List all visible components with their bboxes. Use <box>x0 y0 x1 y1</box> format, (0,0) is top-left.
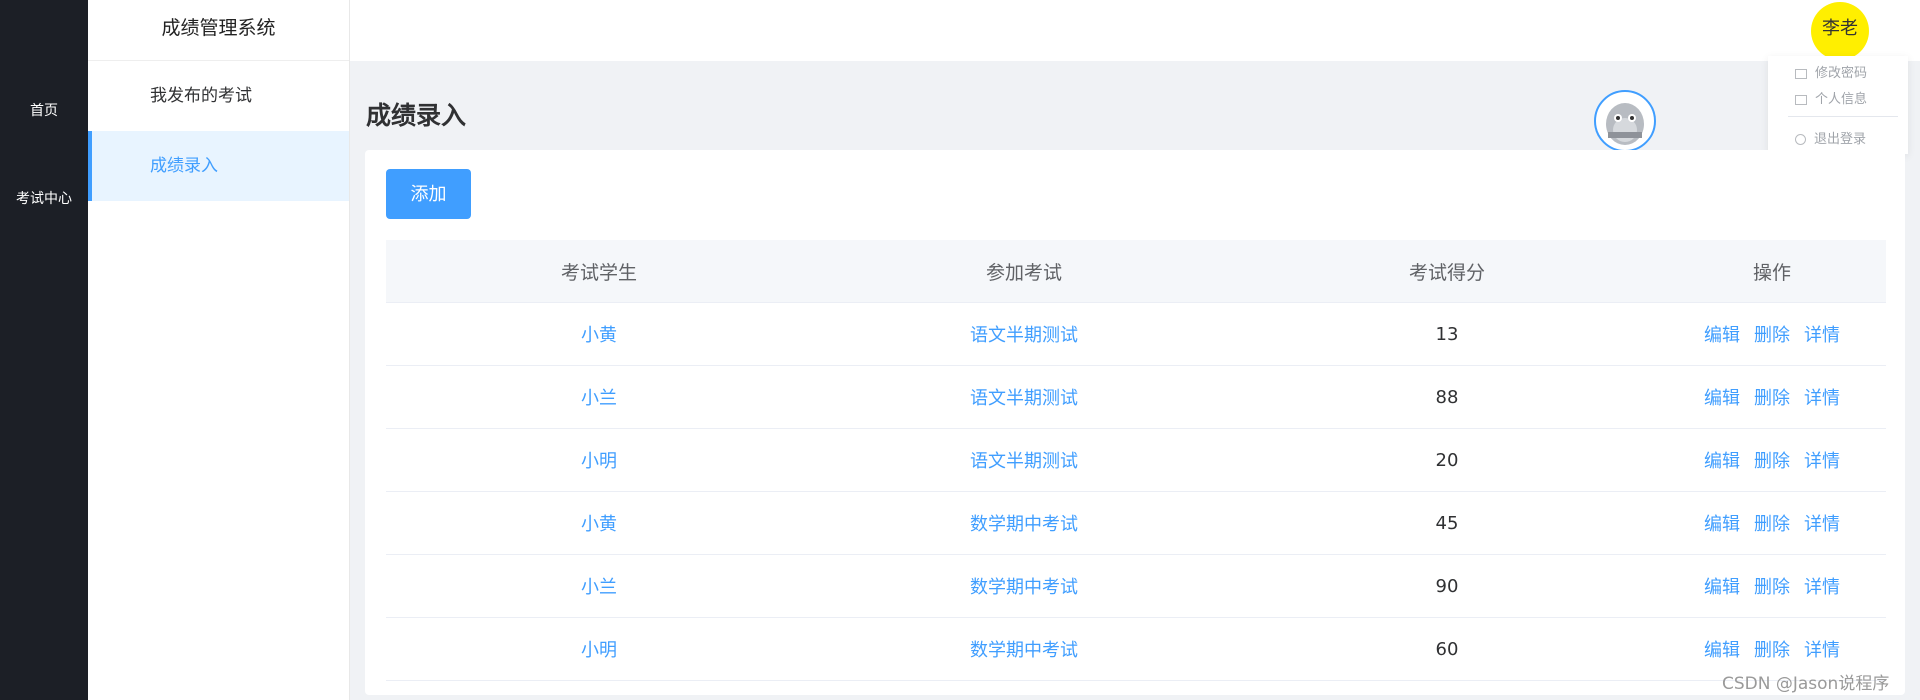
table-row: 小黄 语文半期测试 13 编辑 删除 详情 <box>386 303 1886 366</box>
page-title: 成绩录入 <box>366 101 467 130</box>
sidebar: 成绩管理系统 我发布的考试 成绩录入 <box>88 0 350 700</box>
score-cell: 13 <box>1435 323 1459 345</box>
detail-link[interactable]: 详情 <box>1804 514 1840 535</box>
delete-link[interactable]: 删除 <box>1754 451 1790 472</box>
nav-item-home[interactable]: 首页 <box>0 100 88 120</box>
table-row: 小兰 语文半期测试 88 编辑 删除 详情 <box>386 366 1886 429</box>
menu-item-label: 个人信息 <box>1815 92 1868 107</box>
sidebar-item-score-entry[interactable]: 成绩录入 <box>88 131 349 201</box>
edit-icon <box>1795 68 1807 79</box>
edit-link[interactable]: 编辑 <box>1704 451 1740 472</box>
score-cell: 20 <box>1435 449 1459 471</box>
exam-cell[interactable]: 语文半期测试 <box>812 384 1236 410</box>
column-header-actions: 操作 <box>1752 261 1791 284</box>
actions-cell: 编辑 删除 详情 <box>1658 384 1886 410</box>
edit-link[interactable]: 编辑 <box>1704 514 1740 535</box>
edit-link[interactable]: 编辑 <box>1704 640 1740 661</box>
detail-link[interactable]: 详情 <box>1804 325 1840 346</box>
student-cell[interactable]: 小黄 <box>386 321 812 347</box>
divider <box>1788 116 1898 117</box>
exam-cell[interactable]: 语文半期测试 <box>812 447 1236 473</box>
header <box>350 0 1920 61</box>
avatar-image <box>1606 103 1644 145</box>
detail-link[interactable]: 详情 <box>1804 388 1840 409</box>
user-dropdown: 修改密码 个人信息 退出登录 <box>1768 56 1908 154</box>
student-cell[interactable]: 小兰 <box>386 384 812 410</box>
exam-cell[interactable]: 数学期中考试 <box>812 636 1236 662</box>
actions-cell: 编辑 删除 详情 <box>1658 510 1886 536</box>
column-header-student: 考试学生 <box>560 261 637 284</box>
score-cell: 45 <box>1435 512 1459 534</box>
left-nav: 首页 考试中心 <box>0 0 88 700</box>
delete-link[interactable]: 删除 <box>1754 577 1790 598</box>
actions-cell: 编辑 删除 详情 <box>1658 447 1886 473</box>
student-cell[interactable]: 小明 <box>386 636 812 662</box>
exam-cell[interactable]: 语文半期测试 <box>812 321 1236 347</box>
menu-item-change-password[interactable]: 修改密码 <box>1795 62 1867 81</box>
actions-cell: 编辑 删除 详情 <box>1658 321 1886 347</box>
student-cell[interactable]: 小明 <box>386 447 812 473</box>
table-header: 考试学生 参加考试 考试得分 操作 <box>386 240 1886 303</box>
nav-item-exam-center[interactable]: 考试中心 <box>0 188 88 208</box>
student-cell[interactable]: 小黄 <box>386 510 812 536</box>
power-icon <box>1795 134 1806 145</box>
menu-item-label: 修改密码 <box>1815 66 1868 81</box>
delete-link[interactable]: 删除 <box>1754 640 1790 661</box>
score-cell: 88 <box>1435 386 1459 408</box>
actions-cell: 编辑 删除 详情 <box>1658 636 1886 662</box>
detail-link[interactable]: 详情 <box>1804 451 1840 472</box>
edit-link[interactable]: 编辑 <box>1704 325 1740 346</box>
watermark: CSDN @Jason说程序 <box>1722 674 1890 694</box>
edit-icon <box>1795 94 1807 105</box>
score-cell: 90 <box>1435 575 1459 597</box>
table-row: 小明 数学期中考试 60 编辑 删除 详情 <box>386 618 1886 681</box>
column-header-score: 考试得分 <box>1408 261 1485 284</box>
menu-item-label: 退出登录 <box>1814 132 1867 147</box>
delete-link[interactable]: 删除 <box>1754 388 1790 409</box>
menu-item-logout[interactable]: 退出登录 <box>1795 128 1866 147</box>
avatar[interactable] <box>1594 90 1656 152</box>
app-title: 成绩管理系统 <box>88 0 349 61</box>
table-row: 小黄 数学期中考试 45 编辑 删除 详情 <box>386 492 1886 555</box>
sidebar-item-my-exams[interactable]: 我发布的考试 <box>88 61 349 131</box>
exam-cell[interactable]: 数学期中考试 <box>812 573 1236 599</box>
delete-link[interactable]: 删除 <box>1754 514 1790 535</box>
delete-link[interactable]: 删除 <box>1754 325 1790 346</box>
actions-cell: 编辑 删除 详情 <box>1658 573 1886 599</box>
edit-link[interactable]: 编辑 <box>1704 388 1740 409</box>
add-button[interactable]: 添加 <box>386 169 471 219</box>
score-cell: 60 <box>1435 638 1459 660</box>
user-menu-trigger[interactable]: 李老 <box>1811 2 1869 60</box>
table-row: 小明 语文半期测试 20 编辑 删除 详情 <box>386 429 1886 492</box>
student-cell[interactable]: 小兰 <box>386 573 812 599</box>
detail-link[interactable]: 详情 <box>1804 640 1840 661</box>
table-row: 小兰 数学期中考试 90 编辑 删除 详情 <box>386 555 1886 618</box>
menu-item-profile[interactable]: 个人信息 <box>1795 88 1867 107</box>
column-header-exam: 参加考试 <box>985 261 1062 284</box>
edit-link[interactable]: 编辑 <box>1704 577 1740 598</box>
detail-link[interactable]: 详情 <box>1804 577 1840 598</box>
exam-cell[interactable]: 数学期中考试 <box>812 510 1236 536</box>
score-table: 考试学生 参加考试 考试得分 操作 小黄 语文半期测试 13 编辑 删除 详情 小兰… <box>386 240 1886 681</box>
